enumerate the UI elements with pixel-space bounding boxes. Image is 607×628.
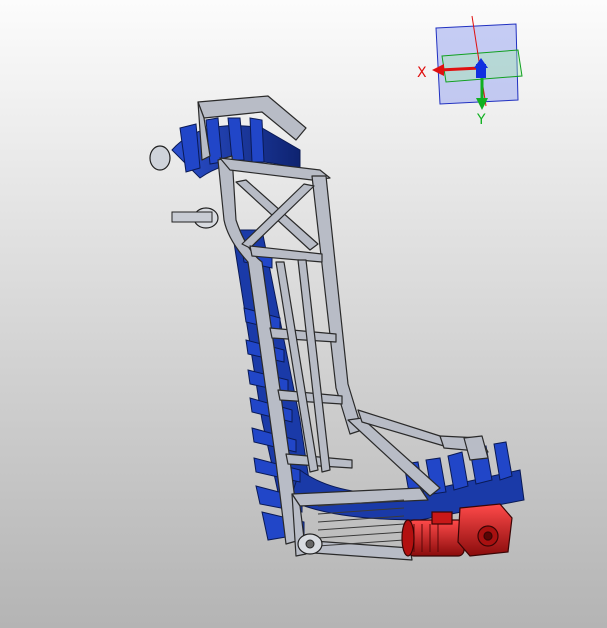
x-axis-label: X (417, 65, 427, 81)
view-triad[interactable]: X Y (417, 15, 523, 128)
3d-viewport[interactable]: X Y (0, 0, 607, 628)
y-axis-label: Y (476, 112, 486, 128)
model-canvas[interactable]: X Y (0, 0, 607, 628)
